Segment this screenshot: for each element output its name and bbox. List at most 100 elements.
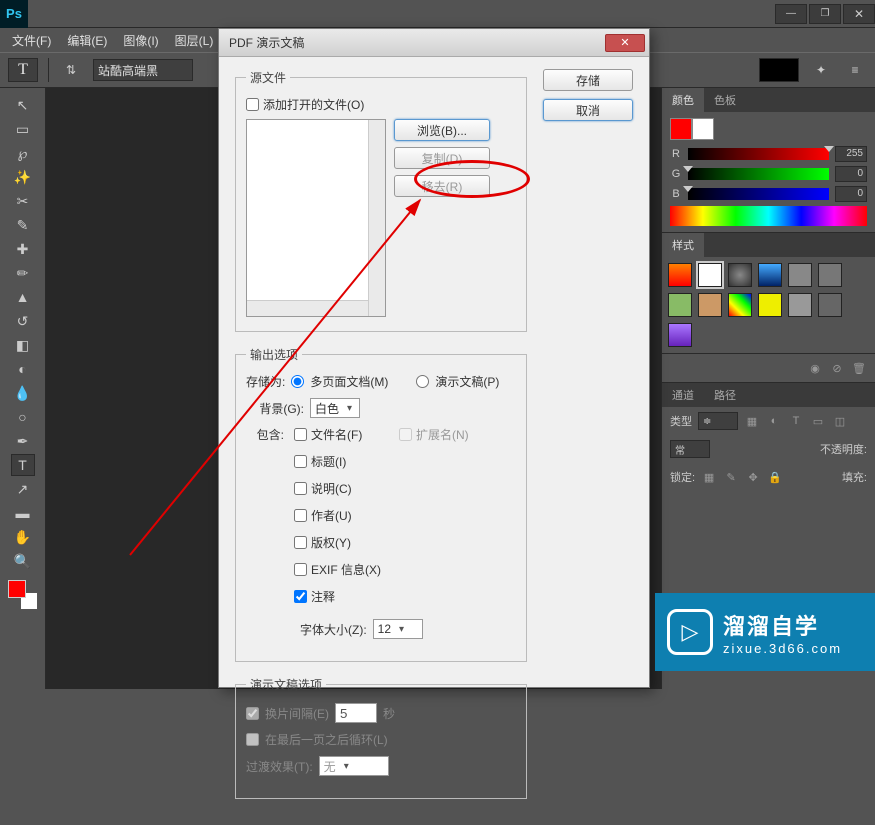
path-select-tool-icon[interactable]: ↗ <box>11 478 35 500</box>
g-slider[interactable] <box>688 168 829 180</box>
zoom-tool-icon[interactable]: 🔍 <box>11 550 35 572</box>
menu-edit[interactable]: 编辑(E) <box>59 32 115 49</box>
menu-layer[interactable]: 图层(L) <box>167 32 222 49</box>
menu-file[interactable]: 文件(F) <box>4 32 59 49</box>
maximize-button[interactable]: ❐ <box>809 4 841 24</box>
lock-pos-icon[interactable]: ✥ <box>745 469 761 485</box>
eyedropper-tool-icon[interactable]: ✎ <box>11 214 35 236</box>
dialog-titlebar[interactable]: PDF 演示文稿 ✕ <box>219 29 649 57</box>
remove-button[interactable]: 移去(R) <box>394 175 490 197</box>
fg-color-swatch[interactable] <box>8 580 26 598</box>
gradient-tool-icon[interactable]: ◐ <box>11 358 35 380</box>
style-swatch[interactable] <box>668 263 692 287</box>
eraser-tool-icon[interactable]: ◧ <box>11 334 35 356</box>
magic-wand-tool-icon[interactable]: ✨ <box>11 166 35 188</box>
inc-note-checkbox[interactable] <box>294 590 307 603</box>
tab-styles[interactable]: 样式 <box>662 233 704 257</box>
filter-adj-icon[interactable]: ◐ <box>766 413 782 429</box>
duplicate-button[interactable]: 复制(D) <box>394 147 490 169</box>
kind-select[interactable]: ≑ <box>698 412 738 430</box>
style-swatch[interactable] <box>668 323 692 347</box>
filter-shape-icon[interactable]: ▭ <box>810 413 826 429</box>
inc-desc-checkbox[interactable] <box>294 482 307 495</box>
inc-exif-checkbox[interactable] <box>294 563 307 576</box>
style-swatch[interactable] <box>788 263 812 287</box>
save-button[interactable]: 存储 <box>543 69 633 91</box>
link-icon[interactable]: ⊘ <box>829 360 845 376</box>
font-family-select[interactable]: 站酷高端黑 <box>93 59 193 81</box>
style-swatch[interactable] <box>758 293 782 317</box>
brush-tool-icon[interactable]: ✏ <box>11 262 35 284</box>
lock-trans-icon[interactable]: ▦ <box>701 469 717 485</box>
menu-image[interactable]: 图像(I) <box>115 32 166 49</box>
clone-stamp-tool-icon[interactable]: ▲ <box>11 286 35 308</box>
presentation-radio[interactable] <box>416 375 429 388</box>
style-swatch[interactable] <box>728 293 752 317</box>
tab-paths[interactable]: 路径 <box>704 383 746 407</box>
bg-select[interactable]: 白色 <box>310 398 360 418</box>
healing-brush-tool-icon[interactable]: ✚ <box>11 238 35 260</box>
marquee-tool-icon[interactable]: ▭ <box>11 118 35 140</box>
inc-title-label: 标题(I) <box>311 453 346 470</box>
add-open-checkbox[interactable] <box>246 98 259 111</box>
lock-all-icon[interactable]: 🔒 <box>767 469 783 485</box>
blur-tool-icon[interactable]: 💧 <box>11 382 35 404</box>
text-color-swatch[interactable] <box>759 58 799 82</box>
style-swatch[interactable] <box>818 263 842 287</box>
inc-desc-label: 说明(C) <box>311 480 352 497</box>
style-swatch[interactable] <box>818 293 842 317</box>
type-tool-icon[interactable]: T <box>11 454 35 476</box>
style-swatch[interactable] <box>758 263 782 287</box>
shape-tool-icon[interactable]: ▬ <box>11 502 35 524</box>
inc-title-checkbox[interactable] <box>294 455 307 468</box>
hand-tool-icon[interactable]: ✋ <box>11 526 35 548</box>
fg-sample[interactable] <box>670 118 692 140</box>
style-swatch[interactable] <box>728 263 752 287</box>
pen-tool-icon[interactable]: ✒ <box>11 430 35 452</box>
minimize-button[interactable]: — <box>775 4 807 24</box>
b-slider[interactable] <box>688 188 829 200</box>
filter-type-icon[interactable]: T <box>788 413 804 429</box>
lock-paint-icon[interactable]: ✎ <box>723 469 739 485</box>
font-size-select[interactable]: 12 <box>373 619 423 639</box>
history-brush-tool-icon[interactable]: ↺ <box>11 310 35 332</box>
close-window-button[interactable]: ✕ <box>843 4 875 24</box>
tab-color[interactable]: 颜色 <box>662 88 704 112</box>
blend-mode-select[interactable]: 常 <box>670 440 710 458</box>
inc-filename-checkbox[interactable] <box>294 428 307 441</box>
paragraph-panel-icon[interactable]: ≡ <box>843 58 867 82</box>
filter-smart-icon[interactable]: ◫ <box>832 413 848 429</box>
dodge-tool-icon[interactable]: ○ <box>11 406 35 428</box>
source-files-listbox[interactable] <box>246 119 386 317</box>
style-swatch[interactable] <box>698 293 722 317</box>
trash-icon[interactable]: 🗑 <box>851 360 867 376</box>
tool-indicator[interactable]: T <box>8 58 38 82</box>
transition-select: 无 <box>319 756 389 776</box>
color-spectrum[interactable] <box>670 206 867 226</box>
dialog-close-button[interactable]: ✕ <box>605 34 645 52</box>
multipage-radio[interactable] <box>291 375 304 388</box>
b-value[interactable]: 0 <box>835 186 867 202</box>
orientation-toggle-icon[interactable]: ⇅ <box>59 58 83 82</box>
inc-author-checkbox[interactable] <box>294 509 307 522</box>
font-size-label: 字体大小(Z): <box>300 621 367 638</box>
move-tool-icon[interactable]: ↖ <box>11 94 35 116</box>
tab-channels[interactable]: 通道 <box>662 383 704 407</box>
warp-text-icon[interactable]: ✦ <box>809 58 833 82</box>
filter-image-icon[interactable]: ▦ <box>744 413 760 429</box>
style-swatch[interactable] <box>698 263 722 287</box>
lasso-tool-icon[interactable]: ℘ <box>11 142 35 164</box>
cancel-button[interactable]: 取消 <box>543 99 633 121</box>
browse-button[interactable]: 浏览(B)... <box>394 119 490 141</box>
r-value[interactable]: 255 <box>835 146 867 162</box>
g-value[interactable]: 0 <box>835 166 867 182</box>
r-slider[interactable] <box>688 148 829 160</box>
style-swatch[interactable] <box>788 293 812 317</box>
bg-sample[interactable] <box>692 118 714 140</box>
crop-tool-icon[interactable]: ✂ <box>11 190 35 212</box>
tab-swatches[interactable]: 色板 <box>704 88 746 112</box>
eye-icon[interactable]: ◉ <box>807 360 823 376</box>
inc-copy-checkbox[interactable] <box>294 536 307 549</box>
fg-bg-colors[interactable] <box>8 580 38 610</box>
style-swatch[interactable] <box>668 293 692 317</box>
